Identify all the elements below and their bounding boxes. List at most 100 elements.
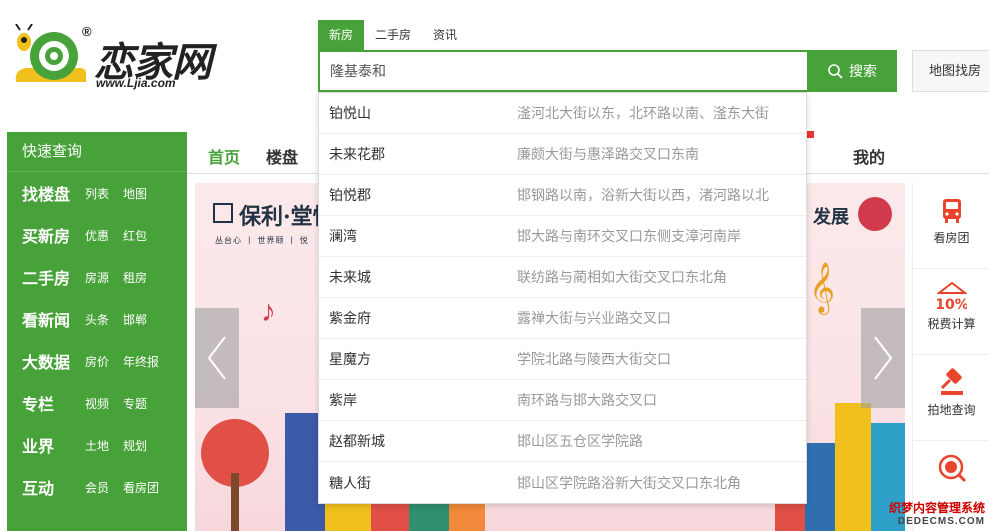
- nav-sub-link[interactable]: 视频: [85, 395, 109, 412]
- nav-sub-link[interactable]: 红包: [123, 227, 147, 244]
- suggestion-address: 学院北路与陵西大街交口: [517, 351, 671, 367]
- suggestion-item[interactable]: 未来花郡 廉颇大街与惠泽路交叉口东南: [319, 134, 806, 175]
- main-nav-home[interactable]: 首页: [208, 144, 240, 168]
- suggestion-address: 邯山区五仓区学院路: [517, 433, 643, 449]
- nav-sub-link[interactable]: 房价: [85, 353, 109, 370]
- nav-sub-link[interactable]: 地图: [123, 185, 147, 202]
- nav-row: 买新房 优惠 红包: [7, 214, 187, 256]
- main-nav-mine[interactable]: 我的: [853, 144, 885, 168]
- suggestion-name: 铂悦山: [329, 105, 371, 121]
- nav-main-news[interactable]: 看新闻: [22, 307, 85, 331]
- tool-land-auction[interactable]: 拍地查询: [913, 355, 989, 441]
- suggestion-name: 紫岸: [329, 392, 357, 408]
- tool-label: 看房团: [933, 231, 970, 245]
- main-nav-buildings[interactable]: 楼盘: [266, 144, 298, 168]
- nav-sub-link[interactable]: 年终报: [123, 353, 159, 370]
- suggestion-name: 未来花郡: [329, 146, 385, 162]
- nav-main-big-data[interactable]: 大数据: [22, 349, 85, 373]
- nav-sub-link[interactable]: 规划: [123, 437, 147, 454]
- hot-badge-icon: [807, 131, 814, 138]
- suggestion-name: 赵都新城: [329, 433, 385, 449]
- nav-row: 大数据 房价 年终报: [7, 340, 187, 382]
- registered-mark: ®: [82, 24, 92, 39]
- nav-row: 互动 会员 看房团: [7, 466, 187, 508]
- search-suggestions: 铂悦山 滏河北大街以东，北环路以南、滏东大街 未来花郡 廉颇大街与惠泽路交叉口东…: [318, 92, 807, 504]
- nav-main-second-hand[interactable]: 二手房: [22, 265, 85, 289]
- suggestion-item[interactable]: 铂悦山 滏河北大街以东，北环路以南、滏东大街: [319, 93, 806, 134]
- suggestion-item[interactable]: 星魔方 学院北路与陵西大街交口: [319, 339, 806, 380]
- nav-main-buy-new[interactable]: 买新房: [22, 223, 85, 247]
- nav-sub-link[interactable]: 租房: [123, 269, 147, 286]
- percent-icon: 10%: [936, 281, 967, 311]
- site-logo[interactable]: ® 恋家网 www.Ljia.com: [10, 24, 220, 94]
- nav-row: 专栏 视频 专题: [7, 382, 187, 424]
- suggestion-name: 星魔方: [329, 351, 371, 367]
- search-input[interactable]: [320, 52, 808, 90]
- nav-row: 业界 土地 规划: [7, 424, 187, 466]
- suggestion-name: 铂悦郡: [329, 187, 371, 203]
- bus-icon: [942, 199, 961, 223]
- nav-row: 看新闻 头条 邯郸: [7, 298, 187, 340]
- tool-label: 拍地查询: [927, 403, 976, 417]
- tab-new-house[interactable]: 新房: [318, 20, 365, 50]
- suggestion-item[interactable]: 铂悦郡 邯钢路以南，浴新大街以西，渚河路以北: [319, 175, 806, 216]
- suggestion-address: 邯大路与南环交叉口东侧支漳河南岸: [517, 228, 741, 244]
- suggestion-name: 紫金府: [329, 310, 371, 326]
- nav-sub-link[interactable]: 头条: [85, 311, 109, 328]
- search-tabs: 新房 二手房 资讯: [318, 20, 468, 50]
- nav-sub-link[interactable]: 邯郸: [123, 311, 147, 328]
- nav-sub-link[interactable]: 列表: [85, 185, 109, 202]
- suggestion-address: 邯钢路以南，浴新大街以西，渚河路以北: [517, 187, 769, 203]
- quick-search-panel: 快速查询 找楼盘 列表 地图 买新房 优惠 红包 二手房 房源 租房 看新闻 头…: [7, 132, 187, 531]
- tab-news[interactable]: 资讯: [422, 20, 468, 50]
- suggestion-address: 邯山区学院路浴新大街交叉口东北角: [517, 474, 741, 491]
- tab-second-hand[interactable]: 二手房: [364, 20, 422, 50]
- tool-house-tour[interactable]: 看房团: [913, 183, 989, 269]
- nav-main-find-building[interactable]: 找楼盘: [22, 181, 85, 205]
- nav-sub-link[interactable]: 土地: [85, 437, 109, 454]
- tool-tax-calc[interactable]: 10% 税费计算: [913, 269, 989, 355]
- banner-next-button[interactable]: [861, 308, 905, 408]
- search-box: [318, 50, 808, 92]
- nav-sub-link[interactable]: 房源: [85, 269, 109, 286]
- watermark-line2: DEDECMS.COM: [897, 516, 985, 527]
- nav-sub-link[interactable]: 看房团: [123, 479, 159, 496]
- gavel-icon: [940, 368, 963, 395]
- watermark: 织梦内容管理系统 DEDECMS.COM: [889, 499, 985, 527]
- search-button-label: 搜索: [849, 63, 877, 79]
- right-tools: 看房团 10% 税费计算 拍地查询: [912, 183, 989, 531]
- suggestion-item[interactable]: 澜湾 邯大路与南环交叉口东侧支漳河南岸: [319, 216, 806, 257]
- quick-search-title: 快速查询: [7, 132, 187, 172]
- recruit-icon: [938, 454, 966, 483]
- nav-row: 二手房 房源 租房: [7, 256, 187, 298]
- suggestion-name: 未来城: [329, 269, 371, 285]
- suggestion-item[interactable]: 紫金府 露禅大街与兴业路交叉口: [319, 298, 806, 339]
- search-icon: [828, 64, 843, 79]
- suggestion-address: 廉颇大街与惠泽路交叉口东南: [517, 146, 699, 162]
- search-button[interactable]: 搜索: [807, 50, 897, 92]
- chevron-left-icon: [207, 336, 226, 380]
- suggestion-address: 南环路与邯大路交叉口: [517, 392, 657, 408]
- suggestion-address: 露禅大街与兴业路交叉口: [517, 310, 671, 326]
- suggestion-address: 联纺路与蔺相如大街交叉口东北角: [517, 269, 727, 285]
- nav-row: 找楼盘 列表 地图: [7, 172, 187, 214]
- watermark-line1: 织梦内容管理系统: [888, 501, 985, 515]
- suggestion-address: 滏河北大街以东，北环路以南、滏东大街: [517, 105, 769, 121]
- nav-sub-link[interactable]: 会员: [85, 479, 109, 496]
- suggestion-name: 糖人街: [329, 474, 371, 491]
- nav-sub-link[interactable]: 优惠: [85, 227, 109, 244]
- snail-logo-icon: [15, 24, 86, 82]
- suggestion-name: 澜湾: [329, 228, 357, 244]
- suggestion-item[interactable]: 赵都新城 邯山区五仓区学院路: [319, 421, 806, 462]
- suggestion-item[interactable]: 紫岸 南环路与邯大路交叉口: [319, 380, 806, 421]
- suggestion-item[interactable]: 糖人街 邯山区学院路浴新大街交叉口东北角: [319, 462, 806, 503]
- nav-main-interact[interactable]: 互动: [22, 475, 85, 499]
- nav-sub-link[interactable]: 专题: [123, 395, 147, 412]
- tool-label: 税费计算: [927, 317, 976, 331]
- map-search-button[interactable]: 地图找房: [912, 50, 989, 92]
- chevron-right-icon: [874, 336, 893, 380]
- suggestion-item[interactable]: 未来城 联纺路与蔺相如大街交叉口东北角: [319, 257, 806, 298]
- nav-main-industry[interactable]: 业界: [22, 433, 85, 457]
- nav-main-column[interactable]: 专栏: [22, 391, 85, 415]
- banner-prev-button[interactable]: [195, 308, 239, 408]
